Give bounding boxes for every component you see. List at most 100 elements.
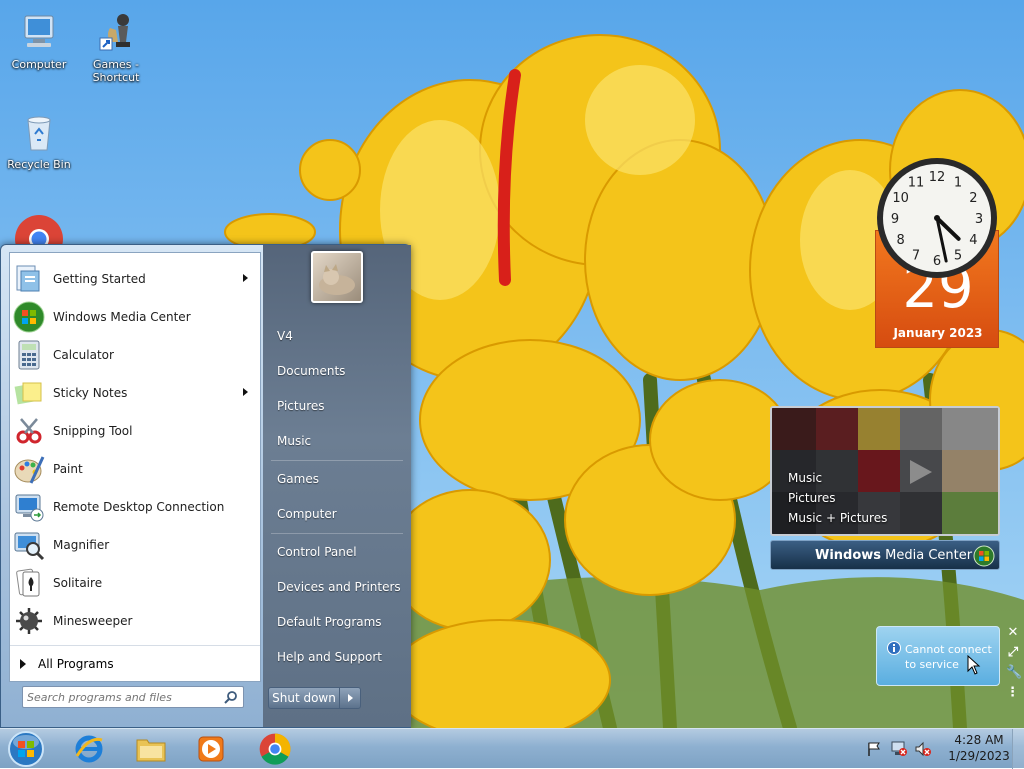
recycle-bin-icon [27, 116, 51, 151]
program-calculator[interactable]: Calculator [10, 337, 260, 373]
taskbar-file-explorer[interactable] [126, 731, 176, 767]
mouse-cursor-icon [967, 655, 981, 675]
clock-face: 12 12 3 45678 9 1011 [877, 158, 997, 278]
sticky-notes-icon [14, 382, 42, 405]
right-item-documents[interactable]: Documents [277, 364, 345, 378]
right-item-pictures[interactable]: Pictures [277, 399, 325, 413]
media-center-title-rest: Media Center [881, 548, 973, 563]
desktop-icon-label: Recycle Bin [7, 158, 71, 171]
volume-muted-icon[interactable] [914, 741, 932, 757]
program-label: Snipping Tool [53, 424, 133, 438]
program-getting-started[interactable]: Getting Started [10, 261, 260, 297]
chrome-icon [15, 215, 63, 244]
windows-orb-icon [973, 545, 995, 567]
clock-date[interactable]: 1/29/2023 [934, 749, 1024, 763]
shutdown-button[interactable]: Shut down [268, 687, 340, 709]
desktop-icon-chrome-partial[interactable] [14, 214, 64, 244]
clock-number: 7 [912, 248, 920, 263]
start-search-input[interactable] [27, 689, 217, 705]
media-center-icon [13, 301, 45, 333]
gadget-close-icon[interactable]: ✕ [1006, 626, 1020, 640]
desktop-icon-computer[interactable]: Computer [4, 12, 74, 71]
desktop-icon-games[interactable]: Games - Shortcut [81, 12, 151, 84]
shutdown-options-button[interactable] [339, 687, 361, 709]
media-option-pictures[interactable]: Pictures [788, 491, 836, 505]
menu-divider [271, 533, 403, 534]
start-menu-programs: Getting Started Windows Media Center Cal… [9, 252, 261, 682]
right-item-devices-printers[interactable]: Devices and Printers [277, 580, 401, 594]
clock-number: 8 [896, 233, 904, 248]
start-search-box[interactable] [22, 686, 244, 708]
program-minesweeper[interactable]: Minesweeper [10, 603, 260, 639]
kitten-avatar [319, 264, 355, 295]
program-snipping-tool[interactable]: Snipping Tool [10, 413, 260, 449]
start-menu-right-pane: V4 Documents Pictures Music Games Comput… [263, 245, 411, 727]
desktop-icon-label: Games - Shortcut [92, 58, 140, 84]
paint-icon [14, 456, 45, 484]
taskbar-media-player[interactable] [186, 731, 236, 767]
clock-time[interactable]: 4:28 AM [934, 733, 1024, 747]
gadget-drag-handle-icon[interactable]: ⋮⋮ [1006, 686, 1024, 700]
program-sticky-notes[interactable]: Sticky Notes [10, 375, 260, 411]
feed-headlines-gadget[interactable]: Cannot connect to service [876, 626, 1000, 686]
submenu-arrow-icon[interactable] [243, 274, 248, 282]
media-center-title: Windows Media Center [815, 548, 972, 563]
taskbar-chrome[interactable] [250, 731, 300, 767]
clock-number: 12 [929, 170, 946, 185]
clock-calendar-gadget[interactable]: 2 9 January 2023 12 1 2 3 4 5 6 7 8 9 10 11 [875, 158, 999, 348]
right-item-computer[interactable]: Computer [277, 507, 337, 521]
internet-explorer-icon [75, 735, 103, 763]
right-item-help-support[interactable]: Help and Support [277, 650, 382, 664]
clock-number: 3 [975, 212, 983, 227]
gadget-controls: ✕ ⤢ 🔧 ⋮⋮ [1004, 626, 1024, 706]
right-item-user[interactable]: V4 [277, 329, 293, 343]
info-icon [887, 641, 901, 655]
media-center-gadget[interactable]: Music Pictures Music + Pictures Windows … [770, 406, 1000, 570]
clock-number: 5 [954, 248, 962, 263]
submenu-arrow-icon[interactable] [243, 388, 248, 396]
system-tray: 4:28 AM 1/29/2023 [862, 729, 1024, 769]
media-center-title-bar[interactable]: Windows Media Center [770, 540, 1000, 570]
program-magnifier[interactable]: Magnifier [10, 527, 260, 563]
desktop-icon-recycle-bin[interactable]: Recycle Bin [4, 112, 74, 171]
calendar-month: January 2023 [893, 326, 983, 340]
clock-number: 6 [933, 254, 941, 269]
clock-number: 9 [891, 212, 899, 227]
all-programs-button[interactable]: All Programs [10, 645, 260, 682]
program-label: Remote Desktop Connection [53, 500, 225, 514]
clock-number: 4 [969, 233, 977, 248]
program-windows-media-center[interactable]: Windows Media Center [10, 299, 260, 335]
snipping-tool-icon [16, 418, 42, 444]
user-account-picture[interactable] [311, 251, 363, 303]
taskbar-internet-explorer[interactable] [64, 731, 114, 767]
arrow-right-icon [20, 659, 26, 669]
media-option-music-pictures[interactable]: Music + Pictures [788, 511, 887, 525]
right-item-music[interactable]: Music [277, 434, 311, 448]
start-button[interactable] [6, 730, 46, 768]
clock-number: 2 [969, 191, 977, 206]
clock-number: 10 [892, 191, 909, 206]
menu-divider [271, 460, 403, 461]
gadget-options-icon[interactable]: 🔧 [1006, 666, 1022, 680]
gadget-resize-icon[interactable]: ⤢ [1006, 646, 1020, 660]
show-desktop-button[interactable] [1012, 729, 1024, 769]
desktop: Computer Games - Shortcut Recycle Bin 29… [0, 0, 1024, 728]
computer-icon [24, 15, 54, 47]
program-paint[interactable]: Paint [10, 451, 260, 487]
right-item-games[interactable]: Games [277, 472, 319, 486]
feed-error-message: Cannot connect to service [905, 643, 992, 671]
media-option-music[interactable]: Music [788, 471, 822, 485]
search-icon[interactable] [224, 690, 238, 704]
program-remote-desktop[interactable]: Remote Desktop Connection [10, 489, 260, 525]
action-center-flag-icon[interactable] [866, 741, 882, 757]
chrome-icon [259, 733, 291, 765]
right-item-default-programs[interactable]: Default Programs [277, 615, 382, 629]
program-solitaire[interactable]: Solitaire [10, 565, 260, 601]
program-label: Calculator [53, 348, 114, 362]
network-disconnected-icon[interactable] [890, 741, 908, 757]
media-player-icon [198, 736, 224, 762]
program-label: Windows Media Center [53, 310, 191, 324]
minesweeper-icon [16, 608, 42, 634]
solitaire-icon [16, 568, 40, 597]
right-item-control-panel[interactable]: Control Panel [277, 545, 357, 559]
